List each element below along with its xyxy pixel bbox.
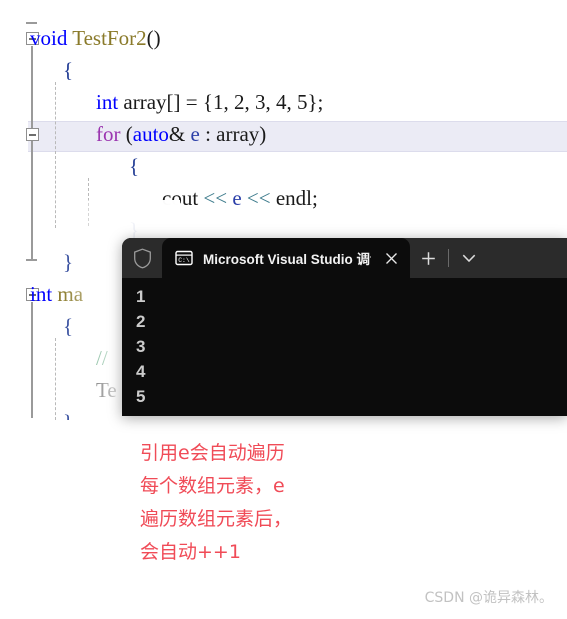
code-line-text: for (auto& e : array) <box>0 118 266 150</box>
code-token: array[] = {1, 2, 3, 4, 5}; <box>123 90 324 114</box>
terminal-tab-title: Microsoft Visual Studio 调试控 <box>203 252 371 267</box>
code-token: << <box>246 186 271 210</box>
code-token: for <box>96 122 126 146</box>
code-line-text: { <box>0 310 73 342</box>
annotation-line: 每个数组元素，e <box>140 475 285 497</box>
code-line[interactable]: { <box>0 54 567 86</box>
code-line-text: cout << e << endl; <box>0 182 318 214</box>
code-token: int <box>96 90 124 114</box>
code-line-text: } <box>0 246 73 278</box>
code-line-text: } <box>0 214 139 246</box>
annotation-line: 遍历数组元素后， <box>140 508 293 530</box>
code-token: ma <box>57 282 84 306</box>
code-line[interactable]: { <box>0 150 567 182</box>
code-token: Te <box>96 378 117 402</box>
code-line[interactable]: int array[] = {1, 2, 3, 4, 5}; <box>0 86 567 118</box>
annotation-line: 会自动++1 <box>140 541 241 563</box>
code-line-text: } <box>0 406 73 420</box>
code-token: ( <box>125 122 133 146</box>
code-token: endl; <box>270 186 318 210</box>
code-token: { <box>63 314 74 338</box>
code-token: e <box>190 122 200 146</box>
code-line[interactable]: void TestFor2() <box>0 22 567 54</box>
code-token: int <box>30 282 58 306</box>
code-line-text: Te <box>0 374 117 406</box>
code-line-text: { <box>0 150 139 182</box>
windows-terminal-window[interactable]: C:\ Microsoft Visual Studio 调试控 <box>122 238 567 416</box>
terminal-output-line: 3 <box>136 337 146 356</box>
code-token: void <box>30 26 73 50</box>
code-token: () <box>146 26 161 50</box>
terminal-tab-active[interactable]: C:\ Microsoft Visual Studio 调试控 <box>162 238 410 278</box>
code-token: TestFor2 <box>72 26 147 50</box>
code-token: auto <box>132 122 169 146</box>
terminal-output-line: 4 <box>136 362 146 381</box>
terminal-output-line: 5 <box>136 387 146 406</box>
new-tab-button[interactable] <box>410 238 446 278</box>
code-token: : array) <box>199 122 267 146</box>
shield-icon <box>122 238 162 278</box>
annotation-line: 引用e会自动遍历 <box>140 442 285 464</box>
screenshot-root: void TestFor2(){int array[] = {1, 2, 3, … <box>0 0 567 619</box>
svg-text:C:\: C:\ <box>178 257 190 264</box>
terminal-output-area[interactable]: 1 2 3 4 5 <box>122 278 567 416</box>
code-token: } <box>63 250 74 274</box>
terminal-output-lines: 1 2 3 4 5 <box>136 284 567 409</box>
code-token: // <box>96 346 108 370</box>
code-token: { <box>129 154 140 178</box>
code-token: } <box>63 410 73 420</box>
annotation-note: 引用e会自动遍历 每个数组元素，e 遍历数组元素后， 会自动++1 <box>140 437 420 569</box>
code-token: cout <box>162 186 204 210</box>
terminal-output-line: 1 <box>136 287 146 306</box>
code-line-text: int ma <box>0 278 83 310</box>
console-cmd-icon: C:\ <box>175 249 193 267</box>
code-line-text: { <box>0 54 73 86</box>
chevron-down-icon[interactable] <box>451 238 487 278</box>
code-line-text: void TestFor2() <box>0 22 161 54</box>
code-line-text: // <box>0 342 108 374</box>
code-token: << <box>203 186 228 210</box>
code-token: & <box>168 122 191 146</box>
csdn-watermark: CSDN @诡异森林。 <box>424 590 553 606</box>
code-line[interactable]: cout << e << endl; <box>0 182 567 214</box>
terminal-output-line: 2 <box>136 312 146 331</box>
terminal-tab-strip[interactable]: C:\ Microsoft Visual Studio 调试控 <box>122 238 567 278</box>
code-line[interactable]: for (auto& e : array) <box>0 118 567 150</box>
code-token: { <box>63 58 74 82</box>
close-icon[interactable] <box>381 248 401 268</box>
tabstrip-divider <box>448 249 449 267</box>
code-line-text: int array[] = {1, 2, 3, 4, 5}; <box>0 86 323 118</box>
code-token: e <box>232 186 242 210</box>
